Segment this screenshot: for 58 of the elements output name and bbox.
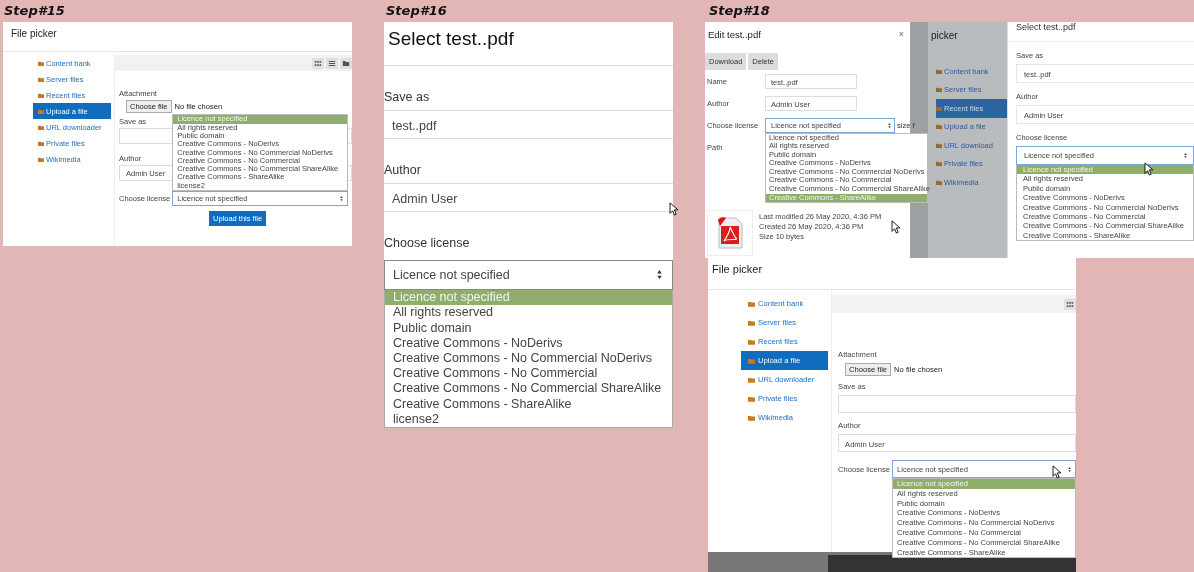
select-arrow-icon <box>1068 466 1071 472</box>
select-arrow-icon <box>888 122 891 128</box>
cursor-icon <box>891 220 900 234</box>
select-arrow-icon <box>340 196 344 201</box>
field-label: Choose license <box>384 235 470 250</box>
select-arrow-icon <box>657 270 662 280</box>
license-option[interactable]: Creative Commons - ShareAlike <box>385 396 672 412</box>
folder-icon <box>748 414 755 421</box>
folder-icon <box>936 68 942 74</box>
folder-icon <box>936 124 942 130</box>
folder-icon <box>936 161 942 167</box>
license-option[interactable]: Creative Commons - No Commercial ShareAlike <box>385 381 672 397</box>
folder-view-icon[interactable] <box>340 57 352 69</box>
folder-icon <box>748 300 755 307</box>
dialog-title: Select test..pdf <box>1008 22 1194 42</box>
grid-view-icon[interactable] <box>1064 298 1076 310</box>
author-field[interactable]: Admin User <box>384 182 673 212</box>
folder-icon <box>748 338 755 345</box>
folder-icon <box>38 140 44 146</box>
step-label: Step#15 <box>3 2 65 20</box>
folder-icon <box>38 156 44 162</box>
license-option[interactable]: All rights reserved <box>385 305 672 321</box>
folder-icon <box>936 105 942 111</box>
folder-icon <box>936 87 942 93</box>
dialog-title: File picker <box>3 22 352 52</box>
close-button[interactable]: × <box>898 29 904 39</box>
folder-icon <box>936 179 942 185</box>
dialog-title: Select test..pdf <box>384 22 673 66</box>
folder-icon <box>748 395 755 402</box>
step-label: Step#18 <box>708 2 770 20</box>
select-arrow-icon <box>1184 153 1187 158</box>
folder-icon <box>748 357 755 364</box>
save-as-field[interactable]: test..pdf <box>384 109 673 139</box>
folder-icon <box>748 319 755 326</box>
folder-icon <box>38 92 44 98</box>
folder-icon <box>748 376 755 383</box>
folder-icon <box>38 108 44 114</box>
save-as-field[interactable] <box>838 395 1076 413</box>
folder-icon <box>38 124 44 130</box>
field-label: Author <box>384 162 421 177</box>
license-option[interactable]: Creative Commons - NoDerivs <box>385 335 672 351</box>
license-option[interactable]: Public domain <box>385 320 672 336</box>
dialog-title: picker <box>930 29 958 43</box>
grid-view-icon[interactable] <box>312 57 324 69</box>
dialog-title: File picker <box>708 258 1076 290</box>
dialog-title: Edit test..pdf <box>708 28 761 40</box>
license-option[interactable]: Creative Commons - No Commercial <box>385 366 672 382</box>
folder-icon <box>38 76 44 82</box>
folder-icon <box>936 142 942 148</box>
pdf-file-icon <box>715 216 745 250</box>
cursor-icon <box>1144 162 1153 176</box>
license-select[interactable]: Licence not specified <box>384 259 673 291</box>
license-option[interactable]: Creative Commons - No Commercial NoDerivs <box>385 351 672 367</box>
list-view-icon[interactable] <box>326 57 338 69</box>
step-label: Step#16 <box>385 2 447 20</box>
license-option[interactable]: license2 <box>385 411 672 427</box>
field-label: Save as <box>384 89 430 104</box>
folder-icon <box>38 60 44 66</box>
